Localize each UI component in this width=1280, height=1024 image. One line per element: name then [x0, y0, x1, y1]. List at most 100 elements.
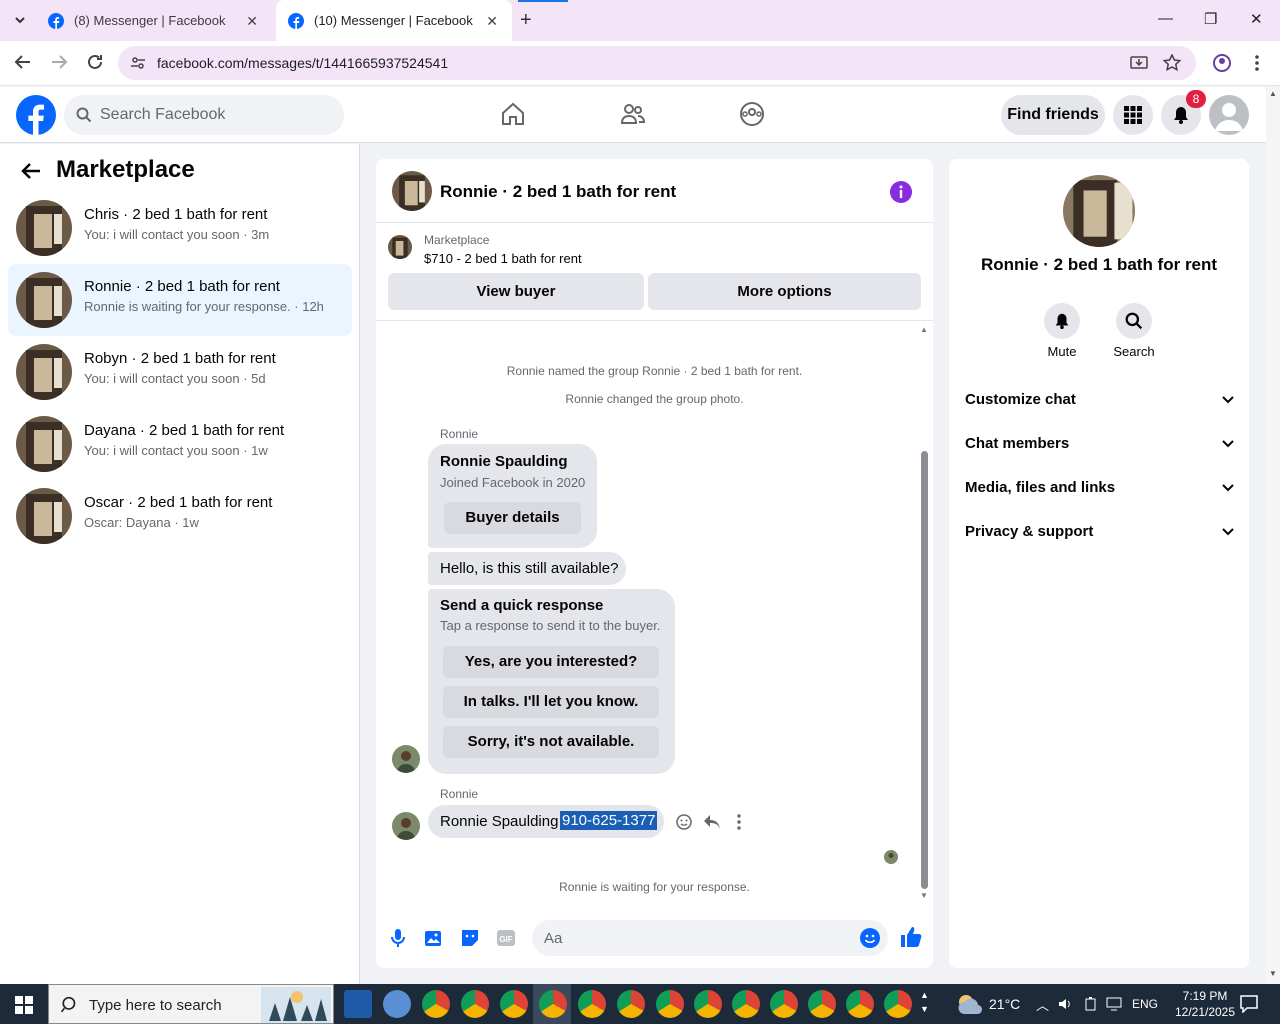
page-scrollbar[interactable]: ▲ ▼: [1266, 87, 1280, 984]
pinned-app-icon[interactable]: [383, 990, 411, 1018]
facebook-logo-icon[interactable]: [16, 95, 56, 135]
profile-icon[interactable]: [1212, 53, 1232, 73]
conversation-avatar: [16, 416, 72, 472]
address-bar[interactable]: facebook.com/messages/t/1441665937524541: [118, 46, 1196, 80]
buyer-details-button[interactable]: Buyer details: [444, 502, 581, 534]
message-bubble[interactable]: Hello, is this still available?: [428, 552, 626, 585]
taskbar-clock[interactable]: 7:19 PM 12/21/2025: [1170, 988, 1240, 1020]
battery-icon[interactable]: [1084, 997, 1098, 1011]
chat-scrollbar[interactable]: ▲ ▼: [919, 325, 929, 900]
chrome-icon[interactable]: [422, 990, 450, 1018]
taskbar-search-input[interactable]: Type here to search: [48, 984, 334, 1024]
chrome-icon[interactable]: [846, 990, 874, 1018]
chrome-icon[interactable]: [461, 990, 489, 1018]
sender-avatar[interactable]: [392, 812, 420, 840]
message-input-placeholder: Aa: [544, 930, 563, 947]
listing-thumbnail[interactable]: [388, 235, 412, 259]
chrome-icon[interactable]: [770, 990, 798, 1018]
chrome-icon[interactable]: [617, 990, 645, 1018]
reload-icon[interactable]: [86, 53, 104, 71]
chrome-icon[interactable]: [578, 990, 606, 1018]
gif-icon[interactable]: GIF: [496, 928, 516, 948]
back-arrow-icon[interactable]: [14, 53, 32, 71]
restore-window-icon[interactable]: ❐: [1204, 10, 1217, 28]
close-window-icon[interactable]: ✕: [1250, 10, 1263, 28]
quick-response-talks-button[interactable]: In talks. I'll let you know.: [443, 686, 659, 718]
volume-icon[interactable]: [1058, 997, 1072, 1011]
more-actions-icon[interactable]: [737, 814, 741, 830]
emoji-icon[interactable]: [860, 928, 880, 948]
conversation-item[interactable]: Chris · 2 bed 1 bath for rent You: i wil…: [8, 192, 352, 264]
bookmark-star-icon[interactable]: [1163, 54, 1181, 72]
mute-bell-icon[interactable]: [1044, 303, 1080, 339]
sticker-icon[interactable]: [460, 928, 480, 948]
menu-grid-icon[interactable]: [1113, 95, 1153, 135]
quick-response-yes-button[interactable]: Yes, are you interested?: [443, 646, 659, 678]
quick-response-unavailable-button[interactable]: Sorry, it's not available.: [443, 726, 659, 758]
info-icon[interactable]: [890, 181, 912, 203]
message-bubble[interactable]: Ronnie Spaulding 910-625-1377: [428, 805, 664, 838]
customize-chat-section[interactable]: Customize chat: [965, 391, 1235, 408]
minimize-window-icon[interactable]: —: [1158, 10, 1173, 27]
react-emoji-icon[interactable]: [676, 814, 692, 830]
clock-time: 7:19 PM: [1182, 989, 1228, 1003]
chat-title[interactable]: Ronnie · 2 bed 1 bath for rent: [440, 182, 676, 202]
file-explorer-icon[interactable]: [344, 990, 372, 1018]
show-hidden-icons-chevron-icon[interactable]: ︿: [1036, 995, 1049, 1014]
groups-icon[interactable]: [739, 101, 765, 127]
more-options-button[interactable]: More options: [648, 273, 921, 310]
microphone-icon[interactable]: [390, 928, 406, 948]
chat-avatar[interactable]: [392, 171, 432, 211]
conversation-item-selected[interactable]: Ronnie · 2 bed 1 bath for rent Ronnie is…: [8, 264, 352, 336]
conversation-item[interactable]: Dayana · 2 bed 1 bath for rent You: i wi…: [8, 408, 352, 480]
browser-toolbar: facebook.com/messages/t/1441665937524541: [0, 41, 1280, 86]
chrome-icon[interactable]: [500, 990, 528, 1018]
chat-photo[interactable]: [1063, 175, 1135, 247]
chrome-icon[interactable]: [732, 990, 760, 1018]
chrome-menu-icon[interactable]: [1254, 54, 1260, 72]
taskbar-overflow-arrows[interactable]: ▲ ▼: [920, 988, 929, 1016]
search-icon: [76, 107, 92, 123]
windows-start-icon[interactable]: [15, 996, 33, 1014]
notification-badge: 8: [1186, 90, 1206, 108]
new-tab-plus-icon[interactable]: +: [520, 9, 532, 32]
close-tab-icon[interactable]: ✕: [486, 13, 498, 30]
reply-icon[interactable]: [703, 814, 721, 830]
chat-members-section[interactable]: Chat members: [965, 435, 1235, 452]
weather-icon[interactable]: [956, 992, 982, 1016]
home-icon[interactable]: [500, 101, 526, 127]
listing-price[interactable]: $710 - 2 bed 1 bath for rent: [424, 251, 582, 266]
browser-tab-2-active[interactable]: (10) Messenger | Facebook ✕: [276, 0, 512, 41]
notification-center-icon[interactable]: [1240, 995, 1258, 1013]
waiting-status: Ronnie is waiting for your response.: [559, 880, 750, 894]
sender-avatar[interactable]: [392, 745, 420, 773]
conversation-item[interactable]: Oscar · 2 bed 1 bath for rent Oscar: Day…: [8, 480, 352, 552]
browser-tab-1[interactable]: (8) Messenger | Facebook ✕: [36, 0, 272, 41]
friends-icon[interactable]: [620, 101, 646, 127]
privacy-support-section[interactable]: Privacy & support: [965, 523, 1235, 540]
site-settings-icon[interactable]: [130, 55, 146, 71]
conversation-item[interactable]: Robyn · 2 bed 1 bath for rent You: i wil…: [8, 336, 352, 408]
message-input[interactable]: Aa: [532, 920, 888, 956]
chrome-icon[interactable]: [694, 990, 722, 1018]
chrome-icon[interactable]: [656, 990, 684, 1018]
chrome-icon[interactable]: [808, 990, 836, 1018]
photo-attach-icon[interactable]: [424, 928, 444, 948]
facebook-search-input[interactable]: Search Facebook: [64, 95, 344, 135]
forward-arrow-icon[interactable]: [50, 53, 68, 71]
scrollbar-thumb[interactable]: [921, 451, 928, 889]
account-avatar[interactable]: [1209, 95, 1249, 135]
network-icon[interactable]: [1106, 997, 1122, 1011]
search-in-chat-icon[interactable]: [1116, 303, 1152, 339]
media-files-links-section[interactable]: Media, files and links: [965, 479, 1235, 496]
back-arrow-icon[interactable]: [20, 160, 42, 182]
chrome-icon[interactable]: [884, 990, 912, 1018]
language-indicator[interactable]: ENG: [1132, 997, 1158, 1011]
chrome-icon[interactable]: [539, 990, 567, 1018]
install-app-icon[interactable]: [1130, 54, 1148, 72]
find-friends-button[interactable]: Find friends: [1001, 95, 1105, 135]
close-tab-icon[interactable]: ✕: [246, 13, 258, 30]
thumbs-up-icon[interactable]: [900, 926, 922, 948]
tab-list-chevron-icon[interactable]: [12, 12, 28, 28]
view-buyer-button[interactable]: View buyer: [388, 273, 644, 310]
